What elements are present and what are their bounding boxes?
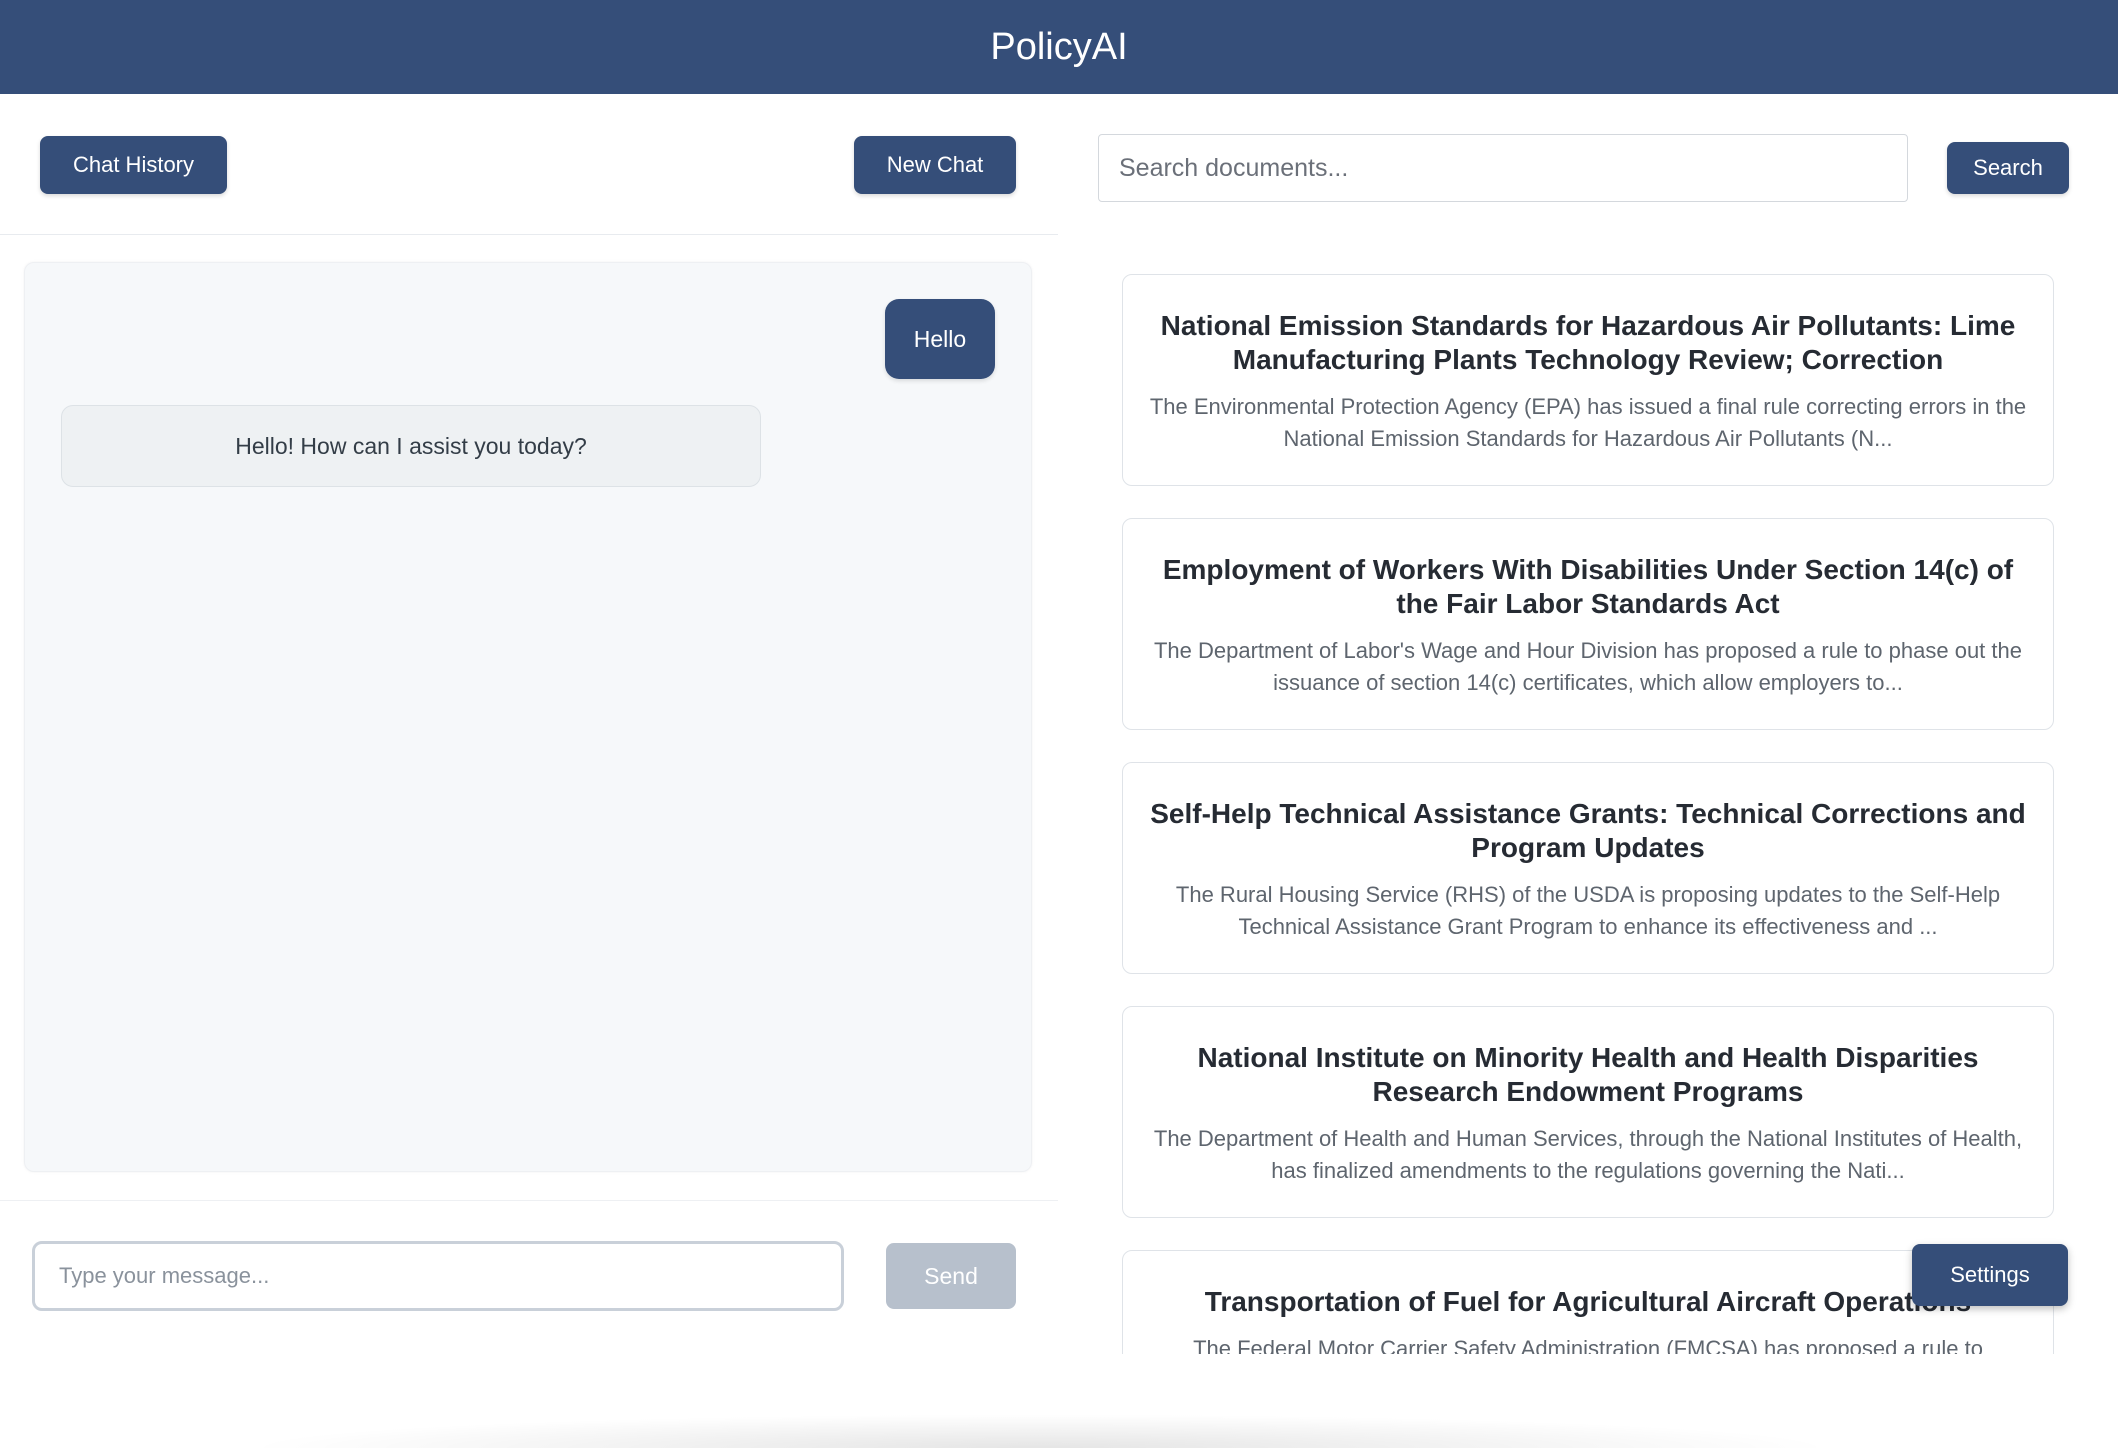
user-message: Hello	[885, 299, 995, 379]
document-description: The Rural Housing Service (RHS) of the U…	[1175, 882, 2001, 939]
chat-messages-area[interactable]: Hello Hello! How can I assist you today?	[24, 262, 1032, 1172]
document-description: The Department of Labor's Wage and Hour …	[1153, 638, 2022, 695]
assistant-message: Hello! How can I assist you today?	[61, 405, 761, 487]
send-button[interactable]: Send	[886, 1243, 1016, 1309]
document-title: Employment of Workers With Disabilities …	[1162, 554, 2014, 619]
documents-pane: Search National Emission Standards for H…	[1058, 94, 2118, 1354]
new-chat-button[interactable]: New Chat	[854, 136, 1016, 194]
chat-history-button[interactable]: Chat History	[40, 136, 227, 194]
message-input[interactable]	[32, 1241, 844, 1311]
document-card[interactable]: National Institute on Minority Health an…	[1122, 1006, 2054, 1218]
search-button[interactable]: Search	[1947, 142, 2069, 194]
search-input[interactable]	[1098, 134, 1908, 202]
document-card[interactable]: Employment of Workers With Disabilities …	[1122, 518, 2054, 730]
document-card[interactable]: National Emission Standards for Hazardou…	[1122, 274, 2054, 486]
document-card[interactable]: Self-Help Technical Assistance Grants: T…	[1122, 762, 2054, 974]
document-description: The Environmental Protection Agency (EPA…	[1149, 394, 2027, 451]
chat-pane: Chat History New Chat Hello Hello! How c…	[0, 94, 1840, 1448]
document-title: Transportation of Fuel for Agricultural …	[1204, 1286, 1972, 1317]
settings-button[interactable]: Settings	[1912, 1244, 2068, 1306]
document-description: The Federal Motor Carrier Safety Adminis…	[1193, 1336, 1983, 1354]
app-header: PolicyAI	[0, 0, 2118, 94]
toolbar-divider	[0, 234, 1058, 235]
document-title: Self-Help Technical Assistance Grants: T…	[1150, 798, 2026, 863]
document-title: National Institute on Minority Health an…	[1197, 1042, 1979, 1107]
document-description: The Department of Health and Human Servi…	[1153, 1126, 2023, 1183]
bottom-shadow	[240, 1414, 1840, 1448]
app-title: PolicyAI	[990, 25, 1128, 68]
document-title: National Emission Standards for Hazardou…	[1160, 310, 2016, 375]
input-divider	[0, 1200, 1058, 1201]
